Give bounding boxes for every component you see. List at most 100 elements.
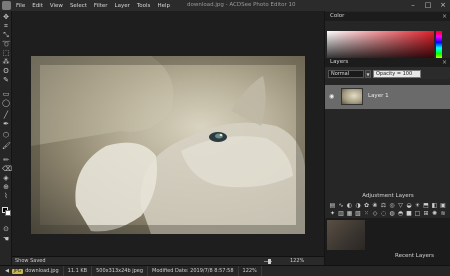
layer-thumbnail — [341, 88, 363, 105]
layers-toolbar: Normal ▼ Opacity = 100 — [325, 67, 450, 79]
status-file: ◀ JPG download.jpg — [0, 265, 64, 276]
photo-filter-icon[interactable]: ◎ — [388, 202, 396, 209]
canvas-area[interactable] — [12, 11, 324, 256]
transform-icon[interactable]: ⤡ — [2, 31, 10, 39]
rectangle-select-icon[interactable]: ▭ — [2, 90, 10, 98]
saturation-icon[interactable]: ❀ — [371, 202, 379, 209]
eraser-icon[interactable]: ⌫ — [2, 165, 12, 173]
brush-icon[interactable]: 🖌 — [2, 142, 11, 150]
visibility-eye-icon[interactable]: ◉ — [329, 93, 334, 100]
zoom-level[interactable]: 122% — [290, 258, 304, 264]
zoom-slider-thumb[interactable] — [268, 259, 271, 264]
menu-bar: File Edit View Select Filter Layer Tools… — [16, 3, 177, 9]
document-title: download.jpg - ACDSee Photo Editor 10 — [187, 2, 296, 8]
layer-row[interactable]: ◉ Layer 1 — [325, 85, 450, 109]
window-controls: – □ × — [403, 1, 448, 10]
minimize-button[interactable]: – — [408, 1, 418, 10]
brush-icon[interactable]: ✎ — [2, 76, 10, 84]
sepia-icon[interactable]: ▧ — [354, 210, 362, 217]
lasso-icon[interactable]: ʘ — [2, 67, 10, 75]
shape-icon[interactable]: ⬡ — [2, 131, 10, 139]
invert-icon[interactable]: ⬒ — [422, 202, 430, 209]
status-filename: download.jpg — [25, 267, 59, 274]
vignette-icon[interactable]: ◍ — [388, 210, 396, 217]
background-color-swatch[interactable] — [5, 210, 11, 216]
lasso-icon[interactable]: ➰ — [2, 40, 11, 48]
eyedropper-icon[interactable]: ⌇ — [2, 192, 10, 200]
menu-tools[interactable]: Tools — [137, 3, 151, 9]
effects-icon[interactable]: ✺ — [431, 210, 439, 217]
format-badge: JPG — [11, 268, 24, 274]
navigation-icon[interactable]: ◀ — [4, 268, 10, 274]
app-logo-icon[interactable] — [2, 1, 11, 10]
status-zoom: 122% — [239, 265, 262, 276]
panel-close-icon[interactable]: × — [442, 12, 447, 21]
vibrance-icon[interactable]: ▽ — [397, 202, 405, 209]
clone-icon[interactable]: ⊕ — [2, 183, 10, 191]
move-icon[interactable]: ✥ — [2, 13, 10, 21]
zoom-icon[interactable]: ⊙ — [2, 225, 10, 233]
tone-icon[interactable]: ✦ — [329, 210, 337, 217]
exposure-icon[interactable]: ◐ — [346, 202, 354, 209]
selection-icon[interactable]: ⬚ — [2, 49, 10, 57]
color-panel-header[interactable]: Color × — [325, 12, 450, 21]
pencil-icon[interactable]: ✏ — [2, 156, 10, 164]
layer-name[interactable]: Layer 1 — [368, 93, 389, 99]
ellipse-select-icon[interactable]: ◯ — [2, 99, 10, 107]
line-icon[interactable]: ╱ — [2, 111, 10, 119]
noise-icon[interactable]: ⁙ — [363, 210, 371, 217]
status-modified-date: Modified Date: 2019/7/8 8:57:58 — [148, 265, 239, 276]
layers-panel-title: Layers — [330, 59, 349, 65]
blur-icon[interactable]: ◌ — [380, 210, 388, 217]
menu-edit[interactable]: Edit — [32, 3, 43, 9]
menu-layer[interactable]: Layer — [115, 3, 130, 9]
layers-panel-header[interactable]: Layers × — [325, 58, 450, 67]
posterize-icon[interactable]: ▦ — [346, 210, 354, 217]
blend-mode-select[interactable]: Normal — [328, 70, 364, 78]
grayscale-icon[interactable]: ▣ — [439, 202, 447, 209]
threshold-icon[interactable]: ◧ — [431, 202, 439, 209]
color-fill-icon[interactable]: ■ — [405, 210, 413, 217]
maximize-button[interactable]: □ — [423, 1, 433, 10]
menu-file[interactable]: File — [16, 3, 25, 9]
chevron-down-icon[interactable]: ▼ — [365, 70, 371, 78]
close-button[interactable]: × — [438, 1, 448, 10]
title-bar: File Edit View Select Filter Layer Tools… — [0, 0, 450, 11]
menu-help[interactable]: Help — [157, 3, 170, 9]
fill-icon[interactable]: ◈ — [2, 174, 10, 182]
shadows-icon[interactable]: ◒ — [405, 202, 413, 209]
pen-icon[interactable]: ✒ — [2, 120, 10, 128]
contrast-icon[interactable]: ◑ — [354, 202, 362, 209]
right-panels: Color × Layers × Normal ▼ Opacity = 100 … — [324, 11, 450, 265]
status-dimensions: 500x313x24b jpeg — [92, 265, 149, 276]
panel-close-icon[interactable]: × — [442, 58, 447, 67]
opacity-field[interactable]: Opacity = 100 — [373, 70, 421, 78]
adjustment-layers-title: Adjustment Layers — [362, 193, 414, 199]
color-panel-title: Color — [330, 13, 345, 19]
recent-layers-title: Recent Layers — [395, 253, 434, 259]
adjustment-layers-grid: ▤ ∿ ◐ ◑ ✿ ❀ ⚖ ◎ ▽ ◒ ☀ ⬒ ◧ ▣ ✦ ▥ ▦ ▧ ⁙ ◇ ◌ ◍ ◓ ■ □ ⊞ ✺ ≋ — [328, 202, 448, 218]
curves-icon[interactable]: ∿ — [337, 202, 345, 209]
crop-icon[interactable]: ⌗ — [2, 22, 10, 30]
menu-filter[interactable]: Filter — [94, 3, 108, 9]
solid-color-icon[interactable]: □ — [414, 210, 422, 217]
split-tone-icon[interactable]: ◓ — [397, 210, 405, 217]
dehaze-icon[interactable]: ≋ — [439, 210, 447, 217]
hand-icon[interactable]: ☚ — [2, 235, 10, 243]
gradient-map-icon[interactable]: ▥ — [337, 210, 345, 217]
menu-select[interactable]: Select — [70, 3, 87, 9]
cat-photo-illustration — [31, 56, 305, 234]
lighting-icon[interactable]: ☀ — [414, 202, 422, 209]
hue-icon[interactable]: ✿ — [363, 202, 371, 209]
menu-view[interactable]: View — [50, 3, 63, 9]
levels-icon[interactable]: ▤ — [329, 202, 337, 209]
show-saved-button[interactable]: Show Saved — [15, 258, 46, 264]
color-balance-icon[interactable]: ⚖ — [380, 202, 388, 209]
sharpen-icon[interactable]: ◇ — [371, 210, 379, 217]
photo-image[interactable] — [31, 56, 305, 234]
magic-wand-icon[interactable]: ⁂ — [2, 58, 10, 66]
canvas-bottom-bar: Show Saved 122% — [12, 256, 324, 265]
pattern-icon[interactable]: ⊞ — [422, 210, 430, 217]
recent-layer-thumbnail[interactable] — [327, 220, 365, 250]
recent-layers-panel: Recent Layers — [325, 218, 450, 265]
